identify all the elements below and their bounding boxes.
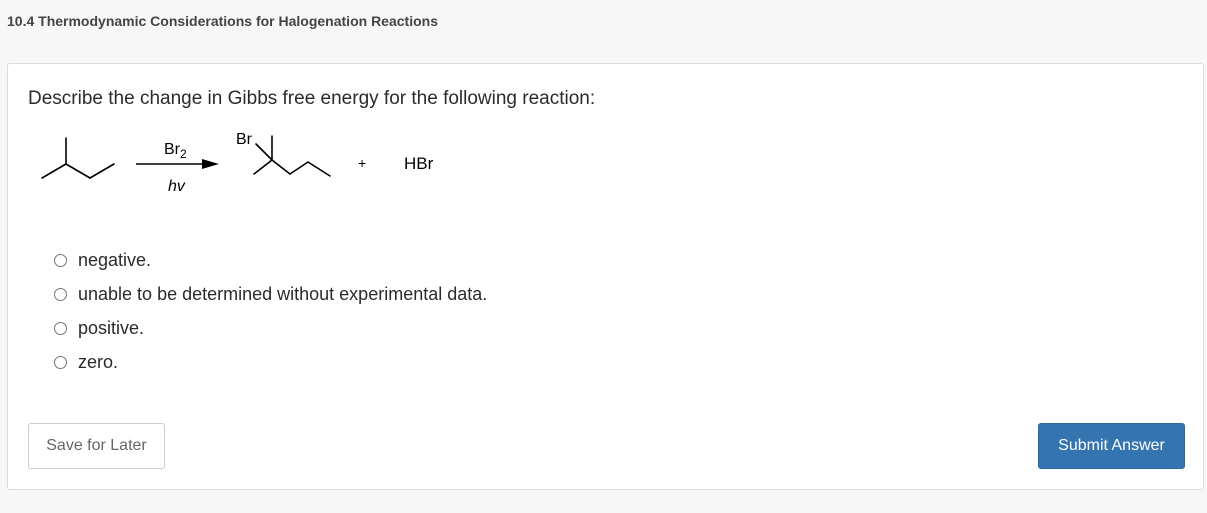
reactant-structure	[41, 137, 115, 179]
product-substituent-label: Br	[236, 131, 253, 148]
choice-positive[interactable]: positive.	[54, 311, 487, 345]
reaction-scheme: Br2 hv Br + HBr	[41, 131, 434, 195]
choice-label: zero.	[78, 351, 119, 372]
choice-label: negative.	[78, 249, 152, 270]
choice-negative[interactable]: negative.	[54, 243, 487, 277]
choice-label: unable to be determined without experime…	[78, 283, 488, 304]
question-prompt: Describe the change in Gibbs free energy…	[28, 88, 596, 109]
page-title: 10.4 Thermodynamic Considerations for Ha…	[7, 13, 438, 29]
reaction-arrow	[136, 159, 219, 169]
radio-button[interactable]	[54, 287, 67, 301]
radio-button[interactable]	[54, 321, 67, 335]
byproduct-label: HBr	[404, 154, 434, 173]
submit-answer-button[interactable]: Submit Answer	[1038, 423, 1185, 469]
plus-sign: +	[358, 155, 366, 171]
radio-button[interactable]	[54, 355, 67, 369]
product-structure	[253, 135, 331, 177]
save-for-later-button[interactable]: Save for Later	[28, 423, 165, 469]
question-card: Describe the change in Gibbs free energy…	[7, 63, 1204, 490]
choice-undetermined[interactable]: unable to be determined without experime…	[54, 277, 487, 311]
condition-label: hv	[168, 178, 186, 195]
radio-button[interactable]	[54, 253, 67, 267]
answer-choices: negative. unable to be determined withou…	[54, 243, 487, 379]
choice-label: positive.	[78, 317, 145, 338]
reagent-label: Br2	[164, 141, 187, 161]
choice-zero[interactable]: zero.	[54, 345, 487, 379]
